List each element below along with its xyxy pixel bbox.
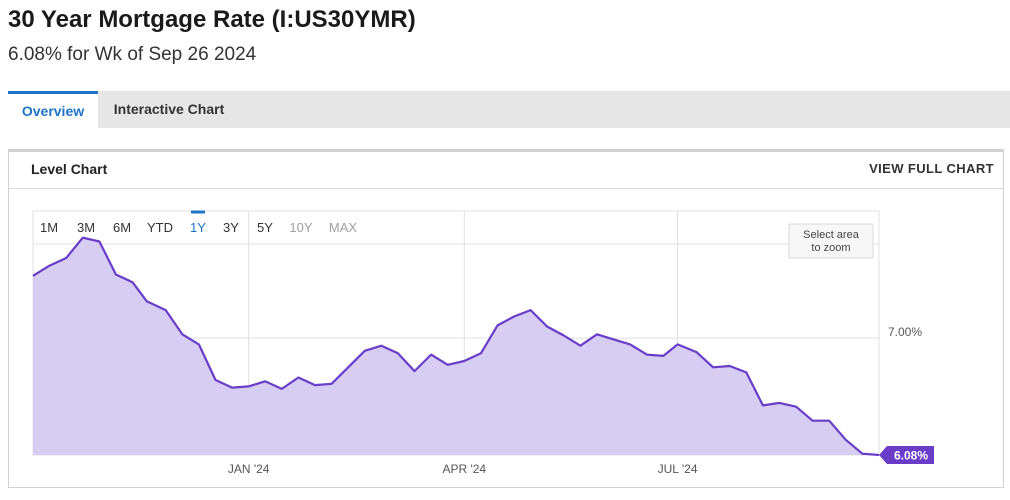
tab-bar: Overview Interactive Chart [8,91,1010,128]
zoom-hint-text: Select area [803,229,860,241]
zoom-hint-text: to zoom [811,242,850,254]
range-button-max: MAX [329,220,358,235]
range-button-3m[interactable]: 3M [77,220,95,235]
range-button-5y[interactable]: 5Y [257,220,273,235]
x-tick-label: JUL '24 [658,462,698,476]
tab-overview[interactable]: Overview [8,91,98,128]
x-tick-label: JAN '24 [228,462,270,476]
range-button-6m[interactable]: 6M [113,220,131,235]
level-chart-card: Level Chart VIEW FULL CHART JAN '24 APR '… [8,149,1004,488]
y-tick-label: 7.00% [888,325,922,339]
range-button-3y[interactable]: 3Y [223,220,239,235]
x-tick-label: APR '24 [442,462,486,476]
level-chart[interactable]: JAN '24 APR '24 JUL '24 7.00% 6.08% 1M 3M 6M YTD… [9,152,1003,488]
range-button-1y[interactable]: 1Y [190,220,206,235]
page-title: 30 Year Mortgage Rate (I:US30YMR) [8,6,416,33]
series-area [33,237,879,455]
range-button-ytd[interactable]: YTD [147,220,173,235]
range-button-10y: 10Y [289,220,312,235]
tab-interactive-chart[interactable]: Interactive Chart [104,91,234,128]
range-button-1m[interactable]: 1M [40,220,58,235]
last-value-label: 6.08% [894,449,928,463]
page-subtitle: 6.08% for Wk of Sep 26 2024 [8,44,257,65]
